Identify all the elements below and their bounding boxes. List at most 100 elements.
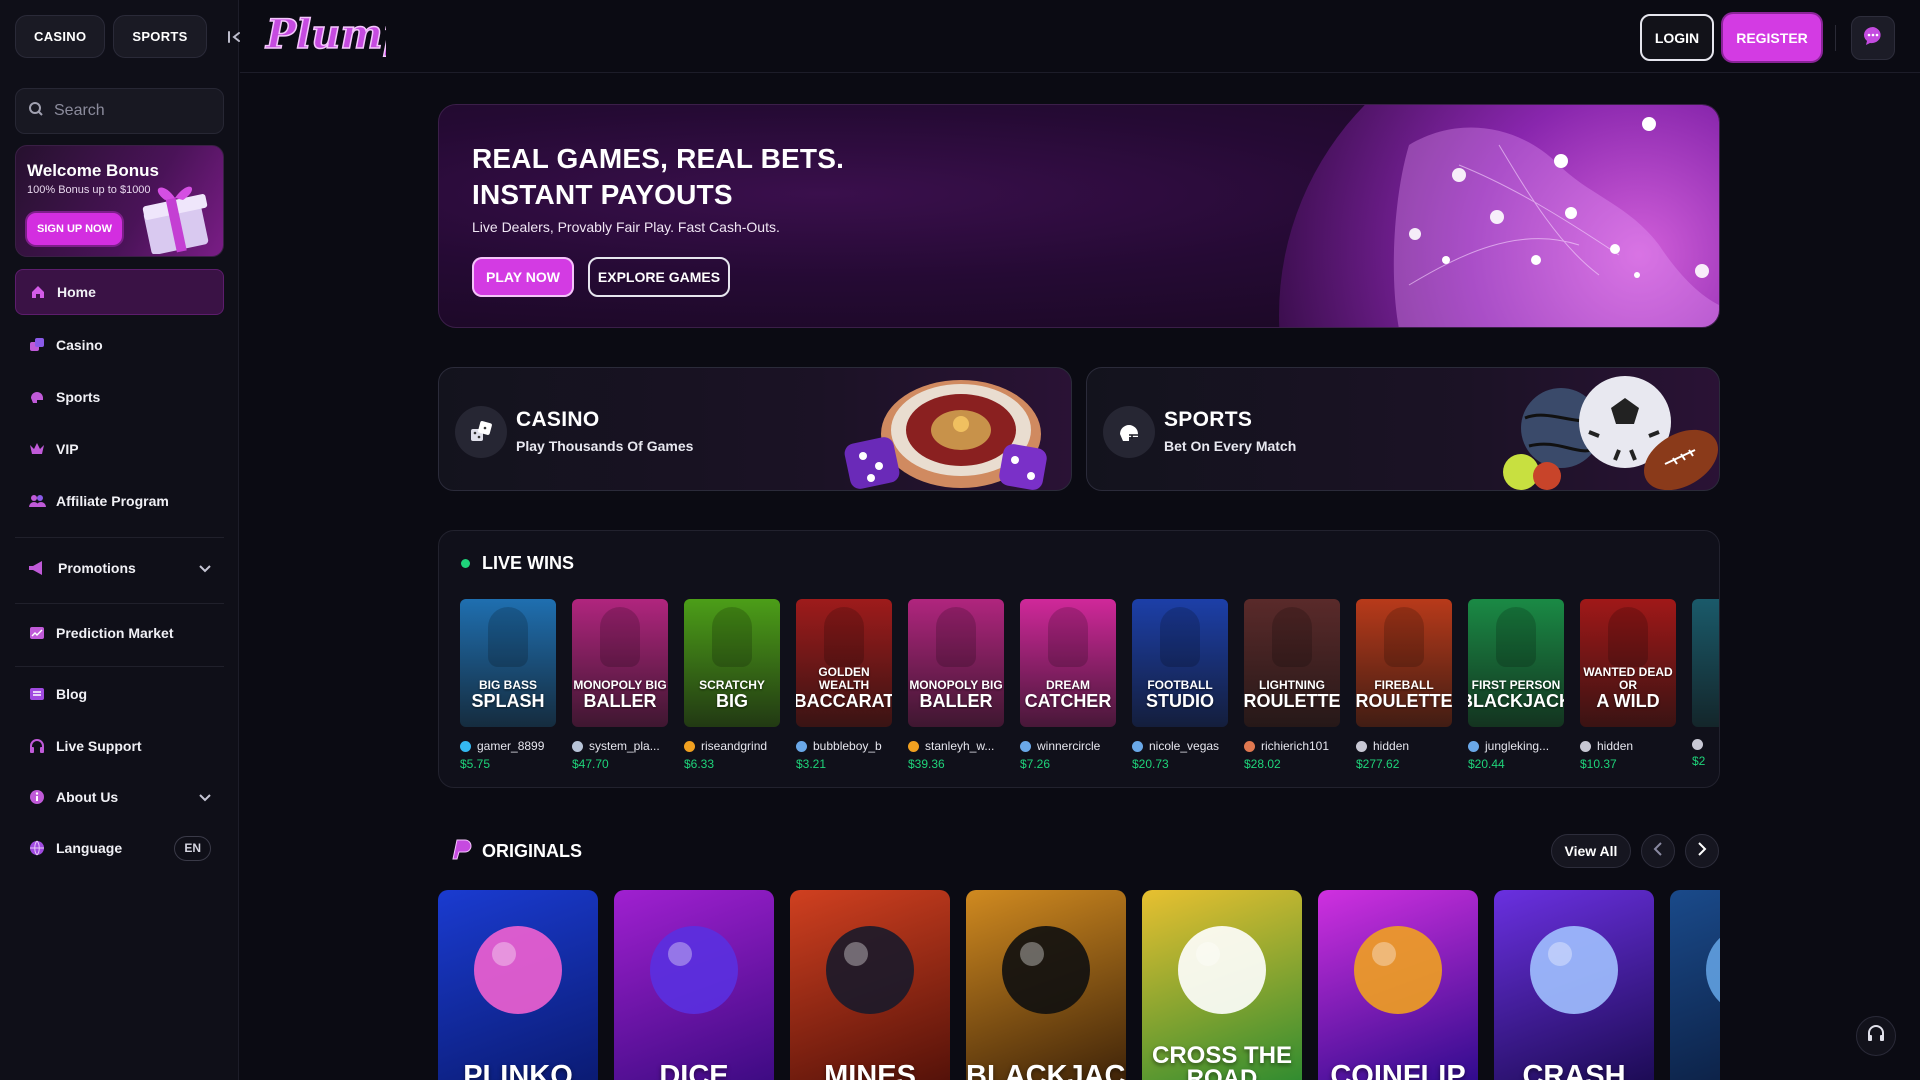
- win-amount: $39.36: [908, 757, 945, 771]
- sidebar-item-about-us[interactable]: About Us: [15, 774, 224, 820]
- original-game-card[interactable]: DI: [1670, 890, 1720, 1080]
- sidebar-item-affiliate[interactable]: Affiliate Program: [15, 478, 224, 524]
- next-arrow-button[interactable]: [1685, 834, 1719, 868]
- live-win-item[interactable]: MONOPOLY BIG BALLER system_pla... $47.70: [572, 599, 668, 771]
- original-game-card[interactable]: MINES: [790, 890, 950, 1080]
- sidebar-item-label: Affiliate Program: [56, 493, 169, 509]
- user-rank-icon: [796, 740, 807, 752]
- hero-headline: REAL GAMES, REAL BETS. INSTANT PAYOUTS: [472, 141, 844, 213]
- chat-button[interactable]: [1851, 16, 1895, 60]
- play-now-button[interactable]: PLAY NOW: [472, 257, 574, 297]
- chevron-left-icon: [1653, 841, 1663, 861]
- sidebar-item-prediction-market[interactable]: Prediction Market: [15, 610, 224, 656]
- winner-username: riseandgrind: [684, 739, 780, 753]
- original-game-card[interactable]: BLACKJACK: [966, 890, 1126, 1080]
- user-rank-icon: [572, 740, 583, 752]
- sidebar-item-label: Prediction Market: [56, 625, 174, 641]
- live-win-item[interactable]: LIGHTNING ROULETTE richierich101 $28.02: [1244, 599, 1340, 771]
- chat-icon: [1862, 25, 1884, 52]
- login-button[interactable]: LOGIN: [1640, 14, 1714, 61]
- live-win-item[interactable]: SCRATCHY BIG riseandgrind $6.33: [684, 599, 780, 771]
- hero-headline-line-2: INSTANT PAYOUTS: [472, 179, 733, 210]
- divider: [15, 537, 224, 538]
- sidebar-item-blog[interactable]: Blog: [15, 671, 224, 717]
- casino-category-card[interactable]: CASINO Play Thousands Of Games: [438, 367, 1072, 491]
- live-wins-panel: LIVE WINS BIG BASS SPLASH gamer_8899 $5.75 M…: [438, 530, 1720, 788]
- game-title-line-2: ROULETTE: [1356, 691, 1452, 711]
- live-win-item[interactable]: BIG BASS SPLASH gamer_8899 $5.75: [460, 599, 556, 771]
- roulette-illustration: [844, 380, 1047, 490]
- sidebar-item-language[interactable]: Language EN: [15, 825, 224, 871]
- logo[interactable]: Plump: [262, 8, 411, 67]
- live-win-item[interactable]: FIREBALL ROULETTE hidden $277.62: [1356, 599, 1452, 771]
- sidebar-item-vip[interactable]: VIP: [15, 426, 224, 472]
- sidebar-item-live-support[interactable]: Live Support: [15, 723, 224, 769]
- casino-card-subtitle: Play Thousands Of Games: [516, 438, 694, 454]
- bonus-subtitle: 100% Bonus up to $1000: [27, 184, 151, 196]
- username-text: bubbleboy_b: [813, 739, 882, 753]
- sidebar-item-home[interactable]: Home: [15, 269, 224, 315]
- game-artwork: [824, 607, 864, 667]
- win-amount: $28.02: [1244, 757, 1281, 771]
- user-rank-icon: [1020, 740, 1031, 752]
- user-rank-icon: [1132, 740, 1143, 752]
- live-win-item[interactable]: WANTED DEAD OR A WILD hidden $10.37: [1580, 599, 1676, 771]
- casino-icon: [28, 336, 46, 354]
- sidebar-item-casino[interactable]: Casino: [15, 322, 224, 368]
- live-win-item[interactable]: DA $2: [1692, 599, 1719, 771]
- game-label: CROSS THE ROAD: [1152, 1042, 1293, 1080]
- original-game-card[interactable]: PLINKO: [438, 890, 598, 1080]
- gift-icon: [142, 186, 209, 254]
- sports-category-card[interactable]: SPORTS Bet On Every Match: [1086, 367, 1720, 491]
- language-badge[interactable]: EN: [174, 835, 211, 861]
- view-all-button[interactable]: View All: [1551, 834, 1631, 868]
- original-game-card[interactable]: CRASH: [1494, 890, 1654, 1080]
- game-title-line-2: CATCHER: [1024, 691, 1112, 711]
- explore-games-button[interactable]: EXPLORE GAMES: [588, 257, 730, 297]
- original-game-card[interactable]: COINFLIP: [1318, 890, 1478, 1080]
- live-win-item[interactable]: FOOTBALL STUDIO nicole_vegas $20.73: [1132, 599, 1228, 771]
- prev-arrow-button[interactable]: [1641, 834, 1675, 868]
- game-title-line-1: WANTED DEAD OR: [1583, 665, 1673, 692]
- sidebar-item-label: Blog: [56, 686, 88, 702]
- sidebar-item-promotions[interactable]: Promotions: [15, 545, 224, 591]
- sports-mode-button[interactable]: SPORTS: [113, 15, 207, 58]
- search-input[interactable]: [54, 102, 204, 120]
- search-box[interactable]: [15, 88, 224, 134]
- support-button[interactable]: [1856, 1016, 1896, 1056]
- game-title-line-2: A WILD: [1596, 691, 1660, 711]
- live-win-item[interactable]: FIRST PERSONBLACKJACK jungleking... $20.44: [1468, 599, 1564, 771]
- win-amount: $10.37: [1580, 757, 1617, 771]
- dice-icon: [455, 406, 507, 458]
- register-button[interactable]: REGISTER: [1723, 14, 1821, 61]
- original-game-card[interactable]: CROSS THE ROAD: [1142, 890, 1302, 1080]
- win-amount: $5.75: [460, 757, 491, 771]
- username-text: riseandgrind: [701, 739, 768, 753]
- sports-balls-illustration: [1503, 376, 1718, 490]
- game-label: COINFLIP: [1330, 1060, 1466, 1080]
- original-game-card[interactable]: DICE: [614, 890, 774, 1080]
- sign-up-button[interactable]: SIGN UP NOW: [27, 213, 122, 245]
- game-artwork: [1706, 937, 1720, 1003]
- winner-username: richierich101: [1244, 739, 1340, 753]
- sidebar-item-sports[interactable]: Sports: [15, 374, 224, 420]
- user-rank-icon: [1356, 740, 1367, 752]
- game-thumbnail: SCRATCHY BIG: [684, 599, 780, 727]
- game-artwork: [488, 607, 528, 667]
- game-artwork: [1530, 926, 1618, 1014]
- win-amount: $277.62: [1356, 757, 1400, 771]
- user-rank-icon: [908, 740, 919, 752]
- live-win-item[interactable]: GOLDEN WEALTH BACCARAT bubbleboy_b $3.21: [796, 599, 892, 771]
- top-header: Plump LOGIN REGISTER: [240, 0, 1920, 73]
- casino-mode-button[interactable]: CASINO: [15, 15, 106, 58]
- originals-header: ORIGINALS: [448, 838, 582, 865]
- hero-headline-line-1: REAL GAMES, REAL BETS.: [472, 143, 845, 174]
- game-artwork: [1002, 926, 1090, 1014]
- sidebar-item-label: Language: [56, 840, 123, 856]
- game-thumbnail: FIRST PERSONBLACKJACK: [1468, 599, 1564, 727]
- win-amount: $3.21: [796, 757, 827, 771]
- win-amount: $47.70: [572, 757, 609, 771]
- live-win-item[interactable]: MONOPOLY BIG BALLER stanleyh_w... $39.36: [908, 599, 1004, 771]
- live-win-item[interactable]: DREAM CATCHER winnercircle $7.26: [1020, 599, 1116, 771]
- game-artwork: [1272, 607, 1312, 667]
